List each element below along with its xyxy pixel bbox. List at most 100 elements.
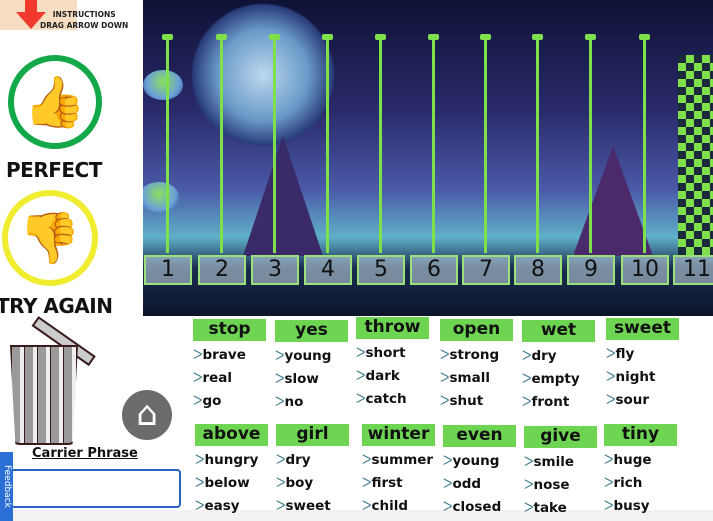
word-text: young — [284, 348, 332, 364]
word-group: tiny ᐳhuge ᐳrich ᐳbusy — [604, 424, 677, 518]
word-item[interactable]: ᐳodd — [443, 473, 516, 496]
number-box: 9 — [567, 255, 615, 285]
word-text: hungry — [204, 452, 259, 468]
word-group: give ᐳsmile ᐳnose ᐳtake — [524, 426, 597, 520]
word-item[interactable]: ᐳslow — [275, 368, 348, 391]
word-text: below — [204, 475, 250, 491]
number-box: 4 — [304, 255, 352, 285]
word-text: dry — [531, 348, 557, 364]
word-item[interactable]: ᐳcatch — [356, 388, 429, 411]
word-item[interactable]: ᐳsmall — [440, 367, 513, 390]
word-item[interactable]: ᐳbusy — [604, 495, 677, 518]
carrier-phrase-input[interactable] — [10, 469, 181, 508]
word-item[interactable]: ᐳfly — [606, 343, 679, 366]
word-item[interactable]: ᐳyoung — [275, 345, 348, 368]
word-text: short — [365, 345, 406, 361]
game-board: 1234567891011 ⌂ — [143, 0, 713, 316]
home-icon[interactable]: ⌂ — [122, 390, 172, 440]
word-item[interactable]: ᐳsour — [606, 389, 679, 412]
word-item[interactable]: ᐳboy — [276, 472, 349, 495]
instructions-text: INSTRUCTIONS DRAG ARROW DOWN — [40, 10, 129, 30]
word-group: girl ᐳdry ᐳboy ᐳsweet — [276, 424, 349, 518]
word-text: boy — [285, 475, 314, 491]
word-text: front — [531, 394, 570, 410]
number-line-pole — [480, 34, 491, 253]
word-item[interactable]: ᐳbelow — [195, 472, 268, 495]
number-box: 8 — [514, 255, 562, 285]
number-line-pole — [162, 34, 173, 253]
word-text: shut — [449, 393, 484, 409]
carrier-phrase-label: Carrier Phrase — [32, 446, 138, 461]
number-line-pole — [322, 34, 333, 253]
word-item[interactable]: ᐳrich — [604, 472, 677, 495]
word-item[interactable]: ᐳnose — [524, 474, 597, 497]
word-text: dark — [365, 368, 400, 384]
word-text: real — [202, 370, 233, 386]
word-group-header: sweet — [606, 318, 679, 340]
word-text: small — [449, 370, 490, 386]
number-line-pole — [532, 34, 543, 253]
word-group-header: throw — [356, 317, 429, 339]
word-group: yes ᐳyoung ᐳslow ᐳno — [275, 320, 348, 414]
word-item[interactable]: ᐳempty — [522, 368, 595, 391]
word-item[interactable]: ᐳeasy — [195, 495, 268, 518]
word-group: wet ᐳdry ᐳempty ᐳfront — [522, 320, 595, 414]
word-text: no — [284, 394, 304, 410]
trash-can-icon[interactable] — [10, 345, 78, 445]
word-item[interactable]: ᐳhuge — [604, 449, 677, 472]
word-text: take — [533, 500, 567, 516]
word-group-header: girl — [276, 424, 349, 446]
word-text: strong — [449, 347, 500, 363]
word-item[interactable]: ᐳsummer — [362, 449, 435, 472]
perfect-label: PERFECT — [6, 158, 102, 182]
word-text: busy — [613, 498, 650, 514]
alien-ufo-2[interactable] — [143, 182, 179, 212]
word-item[interactable]: ᐳfront — [522, 391, 595, 414]
word-item[interactable]: ᐳgo — [193, 390, 266, 413]
word-text: child — [371, 498, 409, 514]
word-group-header: give — [524, 426, 597, 448]
word-item[interactable]: ᐳsweet — [276, 495, 349, 518]
word-group: open ᐳstrong ᐳsmall ᐳshut — [440, 319, 513, 413]
word-item[interactable]: ᐳclosed — [443, 496, 516, 519]
word-text: nose — [533, 477, 570, 493]
word-item[interactable]: ᐳshort — [356, 342, 429, 365]
word-item[interactable]: ᐳnight — [606, 366, 679, 389]
word-item[interactable]: ᐳdark — [356, 365, 429, 388]
thumbs-up-icon: 👍 — [8, 55, 102, 149]
feedback-tab[interactable]: Feedback — [0, 452, 13, 521]
number-line-pole — [428, 34, 439, 253]
word-item[interactable]: ᐳbrave — [193, 344, 266, 367]
word-text: easy — [204, 498, 240, 514]
word-text: empty — [531, 371, 580, 387]
number-line-pole — [269, 34, 280, 253]
word-text: rich — [613, 475, 643, 491]
word-item[interactable]: ᐳfirst — [362, 472, 435, 495]
word-text: closed — [452, 499, 502, 515]
word-item[interactable]: ᐳyoung — [443, 450, 516, 473]
word-item[interactable]: ᐳdry — [522, 345, 595, 368]
word-item[interactable]: ᐳsmile — [524, 451, 597, 474]
word-item[interactable]: ᐳstrong — [440, 344, 513, 367]
word-group-header: tiny — [604, 424, 677, 446]
word-item[interactable]: ᐳhungry — [195, 449, 268, 472]
word-group-header: stop — [193, 319, 266, 341]
word-group: stop ᐳbrave ᐳreal ᐳgo — [193, 319, 266, 413]
word-group-header: above — [195, 424, 268, 446]
word-group: winter ᐳsummer ᐳfirst ᐳchild — [362, 424, 435, 518]
word-text: dry — [285, 452, 311, 468]
word-group: above ᐳhungry ᐳbelow ᐳeasy — [195, 424, 268, 518]
word-item[interactable]: ᐳshut — [440, 390, 513, 413]
word-item[interactable]: ᐳno — [275, 391, 348, 414]
number-line-pole — [375, 34, 386, 253]
word-item[interactable]: ᐳdry — [276, 449, 349, 472]
word-group-header: even — [443, 425, 516, 447]
number-box: 7 — [462, 255, 510, 285]
word-item[interactable]: ᐳchild — [362, 495, 435, 518]
word-item[interactable]: ᐳreal — [193, 367, 266, 390]
alien-ufo-1[interactable] — [143, 70, 183, 100]
word-text: sweet — [285, 498, 331, 514]
word-item[interactable]: ᐳtake — [524, 497, 597, 520]
word-text: slow — [284, 371, 319, 387]
word-text: odd — [452, 476, 482, 492]
